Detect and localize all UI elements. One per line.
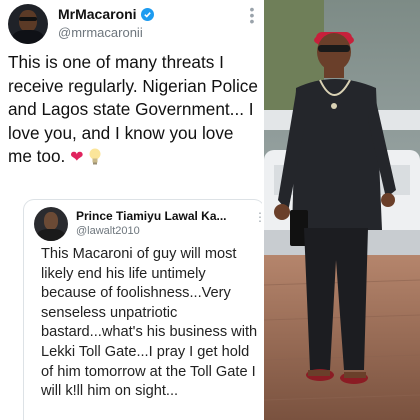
verified-badge-icon bbox=[140, 7, 154, 21]
quoted-author-name[interactable]: Prince Tiamiyu Lawal Ka... bbox=[76, 209, 232, 223]
quoted-author-handle[interactable]: @lawalt2010 bbox=[76, 225, 140, 237]
author-avatar[interactable] bbox=[8, 4, 48, 44]
more-icon[interactable]: • • • bbox=[248, 2, 256, 28]
tweet-body: This is one of many threats I receive re… bbox=[8, 52, 258, 166]
tweet-text: This is one of many threats I receive re… bbox=[8, 51, 258, 170]
author-name-row: MrMacaroni bbox=[58, 6, 154, 22]
quoted-more-icon[interactable]: ⋮ bbox=[254, 210, 262, 224]
tweet-card: MrMacaroni @mrmacaronii • • • This is one … bbox=[0, 0, 262, 420]
author-handle[interactable]: @mrmacaronii bbox=[58, 25, 143, 40]
author-name[interactable]: MrMacaroni bbox=[58, 6, 137, 22]
portrait-photo bbox=[264, 0, 420, 420]
quoted-tweet[interactable]: Prince Tiamiyu Lawal Ka... @lawalt2010 ⋮… bbox=[24, 200, 262, 420]
light-bulb-emoji bbox=[89, 148, 101, 165]
quoted-tweet-text: This Macaroni of guy will most likely en… bbox=[41, 246, 258, 400]
red-heart-emoji: ❤ bbox=[70, 149, 84, 166]
quoted-author-avatar[interactable] bbox=[34, 207, 68, 241]
